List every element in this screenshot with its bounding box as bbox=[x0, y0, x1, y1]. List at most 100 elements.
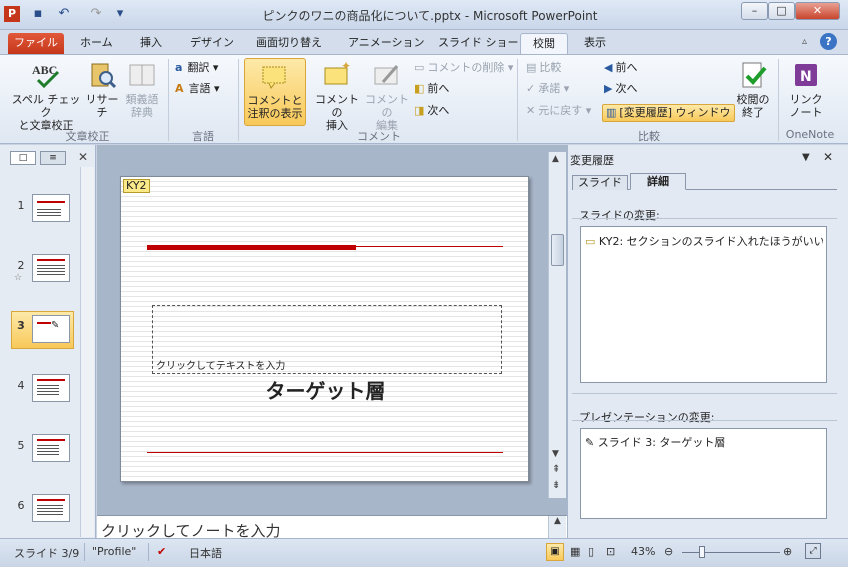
thesaurus-button[interactable]: 類義語 辞典 bbox=[122, 58, 162, 126]
new-comment-button[interactable]: ✦ コメントの 挿入 bbox=[312, 58, 362, 132]
reject-button[interactable]: ✕ 元に戻す ▾ bbox=[526, 101, 591, 121]
research-label: リサーチ bbox=[85, 93, 119, 119]
new-comment-icon: ✦ bbox=[324, 60, 351, 85]
slide-change-item[interactable]: ▭ KY2: セクションのスライド入れたほうがいいで... bbox=[585, 233, 823, 249]
collapse-ribbon-icon[interactable]: ▵ bbox=[802, 36, 807, 47]
slide-change-text: KY2: セクションのスライド入れたほうがいいで... bbox=[598, 235, 823, 248]
zoom-slider[interactable] bbox=[682, 552, 780, 553]
maximize-button[interactable]: □ bbox=[768, 2, 795, 20]
spelling-button[interactable]: ABC スペル チェック と文章校正 bbox=[10, 58, 82, 132]
delete-comment-button[interactable]: ▭ コメントの削除 ▾ bbox=[414, 58, 513, 78]
language-indicator[interactable]: 日本語 bbox=[189, 545, 222, 561]
reading-view-icon[interactable]: ▯ bbox=[588, 545, 594, 558]
slideshow-icon[interactable]: ⊡ bbox=[606, 545, 615, 558]
scroll-down-icon[interactable]: ▼ bbox=[552, 449, 559, 459]
tab-slides[interactable]: スライド bbox=[572, 175, 628, 190]
undo-icon[interactable]: ↶ bbox=[56, 6, 72, 22]
previous-slide-icon[interactable]: ⇞ bbox=[552, 464, 560, 475]
slide-title[interactable]: ターゲット層 bbox=[121, 375, 530, 404]
pane-options-icon[interactable]: ▼ bbox=[802, 152, 810, 163]
compare-button[interactable]: ▤ 比較 bbox=[526, 58, 561, 78]
slide-canvas[interactable]: KY2 クリックしてテキストを入力 ターゲット層 bbox=[120, 176, 529, 482]
slide-thumbnail-1[interactable] bbox=[32, 194, 70, 222]
close-button[interactable]: ✕ bbox=[795, 2, 840, 20]
comment-marker[interactable]: KY2 bbox=[123, 179, 150, 193]
divider bbox=[84, 543, 85, 561]
previous-comment-icon: ◧ bbox=[414, 82, 425, 95]
translate-icon: a bbox=[175, 61, 183, 74]
spelling-status-icon[interactable]: ✔ bbox=[157, 545, 166, 558]
slide-thumbnail-4[interactable] bbox=[32, 374, 70, 402]
slide-thumbnail-2[interactable] bbox=[32, 254, 70, 282]
end-review-button[interactable]: 校閲の 終了 bbox=[732, 58, 774, 126]
tab-insert[interactable]: 挿入 bbox=[134, 33, 168, 54]
tab-details[interactable]: 詳細 bbox=[630, 173, 686, 190]
thumbnail-scrollbar[interactable] bbox=[80, 167, 94, 537]
zoom-in-icon[interactable]: ⊕ bbox=[783, 545, 792, 558]
editor-scrollbar[interactable]: ▲ ▼ ⇞ ⇟ bbox=[548, 152, 566, 498]
slides-tab[interactable]: □ bbox=[10, 151, 36, 165]
slide-thumbnail-6[interactable] bbox=[32, 494, 70, 522]
previous-change-button[interactable]: ◀ 前へ bbox=[604, 58, 637, 78]
linked-notes-button[interactable]: N リンク ノート bbox=[784, 58, 828, 126]
window-title: ピンクのワニの商品化について.pptx - Microsoft PowerPoi… bbox=[262, 9, 598, 23]
tab-view[interactable]: 表示 bbox=[578, 33, 612, 54]
slide-sorter-icon[interactable]: ▦ bbox=[570, 545, 580, 558]
tab-review[interactable]: 校閲 bbox=[520, 33, 568, 54]
minimize-button[interactable]: – bbox=[741, 2, 768, 20]
zoom-slider-thumb[interactable] bbox=[699, 546, 705, 558]
presentation-change-item[interactable]: ✎ スライド 3: ターゲット層 bbox=[585, 434, 725, 450]
help-icon[interactable]: ? bbox=[820, 33, 837, 50]
show-markup-label-1: コメントと bbox=[247, 94, 303, 107]
next-change-button[interactable]: ▶ 次へ bbox=[604, 79, 637, 99]
spelling-label-1: スペル チェック bbox=[11, 93, 81, 119]
research-button[interactable]: リサーチ bbox=[82, 58, 122, 126]
reviewing-pane-button[interactable]: ▥ [変更履歴] ウィンドウ bbox=[602, 104, 735, 122]
slide-thumbnail-3[interactable]: ✎ bbox=[32, 315, 70, 343]
tab-slideshow[interactable]: スライド ショー bbox=[432, 33, 525, 54]
previous-comment-button[interactable]: ◧ 前へ bbox=[414, 79, 449, 99]
tab-file[interactable]: ファイル bbox=[8, 33, 64, 54]
translate-label: 翻訳 bbox=[187, 61, 210, 74]
notes-pane[interactable]: クリックしてノートを入力 ▲ bbox=[97, 515, 567, 540]
next-comment-label: 次へ bbox=[427, 104, 450, 117]
onenote-group-label: OneNote bbox=[785, 128, 835, 141]
divider bbox=[572, 393, 837, 394]
group-separator bbox=[517, 59, 518, 141]
fit-to-window-icon[interactable]: ⤢ bbox=[805, 543, 821, 559]
next-comment-icon: ◨ bbox=[414, 104, 425, 117]
text-placeholder: クリックしてテキストを入力 bbox=[156, 361, 286, 372]
customize-toolbar-icon[interactable]: ▾ bbox=[112, 6, 128, 22]
normal-view-icon[interactable]: ▣ bbox=[546, 543, 564, 561]
translate-button[interactable]: a 翻訳 ▾ bbox=[175, 58, 218, 78]
slide-thumbnail-5[interactable] bbox=[32, 434, 70, 462]
show-markup-button[interactable]: コメントと 注釈の表示 bbox=[244, 58, 306, 126]
language-button[interactable]: A 言語 ▾ bbox=[175, 79, 220, 99]
tab-design[interactable]: デザイン bbox=[184, 33, 240, 54]
powerpoint-app-icon[interactable]: P bbox=[4, 6, 20, 22]
thumbnail-number: 1 bbox=[17, 199, 25, 212]
tab-home[interactable]: ホーム bbox=[74, 33, 119, 54]
redo-icon[interactable]: ↷ bbox=[88, 6, 104, 22]
accept-button[interactable]: ✓ 承諾 ▾ bbox=[526, 79, 569, 99]
edit-comment-button[interactable]: コメントの 編集 bbox=[362, 58, 412, 132]
edit-comment-icon bbox=[374, 65, 399, 85]
zoom-level[interactable]: 43% bbox=[631, 545, 655, 558]
close-revisions-pane-icon[interactable]: ✕ bbox=[823, 150, 833, 164]
footer-accent-line bbox=[147, 452, 503, 453]
scroll-up-icon[interactable]: ▲ bbox=[552, 154, 559, 164]
save-icon[interactable]: ▪ bbox=[30, 6, 46, 22]
revisions-pane-title: 変更履歴 bbox=[570, 154, 614, 167]
thumbnail-number: 2 bbox=[17, 259, 25, 272]
thumbnail-number: 4 bbox=[17, 379, 25, 392]
tab-transitions[interactable]: 画面切り替え bbox=[250, 33, 328, 54]
notes-scroll-up-icon[interactable]: ▲ bbox=[548, 516, 566, 538]
next-comment-button[interactable]: ◨ 次へ bbox=[414, 101, 449, 121]
close-pane-icon[interactable]: ✕ bbox=[78, 150, 88, 164]
text-placeholder-box[interactable]: クリックしてテキストを入力 bbox=[152, 305, 502, 374]
next-slide-icon[interactable]: ⇟ bbox=[552, 480, 560, 491]
scroll-thumb[interactable] bbox=[551, 234, 564, 266]
zoom-out-icon[interactable]: ⊖ bbox=[664, 545, 673, 558]
outline-tab[interactable]: ≡ bbox=[40, 151, 66, 165]
tab-animations[interactable]: アニメーション bbox=[342, 33, 431, 54]
